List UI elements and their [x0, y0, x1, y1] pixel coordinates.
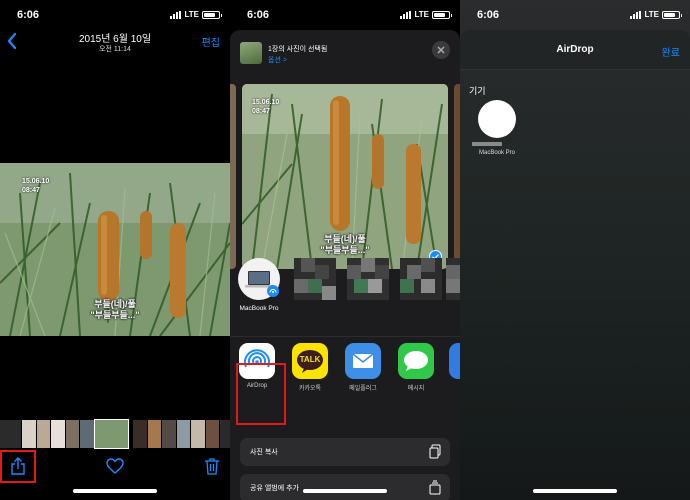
edit-button[interactable]: 편집 [202, 34, 220, 49]
battery-icon [202, 10, 222, 19]
airdrop-panel: 6:06 LTE AirDrop 완료 기기 MacBook Pro [460, 0, 690, 500]
options-link[interactable]: 옵션 > [268, 55, 287, 65]
share-sheet: 1장의 사진이 선택됨 옵션 > 15.06.10 08:47 부들(네)/풀 … [230, 30, 460, 500]
airdrop-person-blurred[interactable] [294, 258, 336, 305]
photo-timestamp: 15.06.10 08:47 [252, 99, 280, 115]
app-label: 메시지 [407, 386, 425, 392]
status-time: 6:06 [247, 9, 270, 21]
blurred-avatar [294, 258, 336, 300]
photo-nav-bar: 2015년 6월 10일 오전 11:14 편집 [0, 28, 230, 56]
blurred-avatar [347, 258, 389, 300]
airdrop-title: AirDrop [556, 44, 594, 55]
airdrop-highlight-box [236, 363, 286, 425]
airdrop-device-macbook[interactable]: MacBook Pro [474, 100, 520, 156]
close-icon[interactable] [432, 41, 450, 59]
share-highlight-box [0, 450, 36, 483]
copy-icon [429, 444, 441, 459]
device-avatar [478, 100, 516, 138]
app-messages[interactable]: 메시지 [396, 343, 436, 392]
main-photo[interactable]: 15.06.10 08:47 부들(네)/풀 "부들부들..." [0, 163, 230, 336]
selection-count-title: 1장의 사진이 선택됨 [268, 46, 328, 53]
photo-caption: 부들(네)/풀 "부들부들..." [90, 299, 140, 320]
app-label: 카카오톡 [298, 386, 322, 392]
kakaotalk-icon: TALK [292, 343, 328, 379]
trash-icon[interactable] [202, 456, 222, 476]
mail-icon [345, 343, 381, 379]
airdrop-header: AirDrop 완료 [460, 30, 690, 70]
status-bar: 6:06 LTE [0, 0, 230, 28]
action-label: 사진 복사 [250, 449, 278, 456]
share-sheet-header: 1장의 사진이 선택됨 옵션 > [230, 30, 460, 74]
device-label: MacBook Pro [478, 150, 515, 156]
heart-icon[interactable] [105, 456, 125, 476]
battery-icon [662, 10, 682, 19]
devices-section-label: 기기 [469, 86, 486, 96]
messages-icon [398, 343, 434, 379]
signal-icon [170, 10, 182, 19]
airdrop-person-blurred[interactable] [347, 258, 389, 305]
shared-album-action[interactable]: 공유 앨범에 추가 [240, 474, 450, 500]
airdrop-person-blurred[interactable] [400, 258, 442, 305]
status-bar: 6:06 LTE [460, 0, 690, 28]
app-partial[interactable] [449, 343, 460, 383]
app-icon-partial [449, 343, 460, 379]
copy-photo-action[interactable]: 사진 복사 [240, 438, 450, 466]
thumbnail-filmstrip[interactable] [0, 419, 230, 449]
redacted-name-bar [472, 142, 502, 146]
status-time: 6:06 [17, 9, 40, 21]
blurred-avatar [400, 258, 442, 300]
home-indicator [73, 489, 157, 493]
signal-icon [400, 10, 412, 19]
photo-caption: 부들(네)/풀 "부들부들..." [320, 234, 370, 255]
status-time: 6:06 [477, 9, 500, 21]
action-label: 공유 앨범에 추가 [250, 485, 299, 492]
photos-viewer-panel: 6:06 LTE 2015년 6월 10일 오전 11:14 편집 15.06.… [0, 0, 230, 500]
share-sheet-panel: 6:06 LTE 1장의 사진이 선택됨 옵션 > 15.06.10 08:47… [230, 0, 460, 500]
home-indicator [303, 489, 387, 493]
home-indicator [533, 489, 617, 493]
kakaotalk-logo-text: TALK [299, 355, 321, 364]
blurred-avatar [446, 258, 460, 300]
photo-date: 2015년 6월 10일 [78, 34, 152, 45]
app-mailplug[interactable]: 메일플러그 [343, 343, 383, 392]
signal-icon [630, 10, 642, 19]
done-button[interactable]: 완료 [662, 44, 680, 59]
photo-timestamp: 15.06.10 08:47 [22, 178, 50, 194]
airdrop-badge-icon [267, 285, 279, 297]
battery-icon [432, 10, 452, 19]
network-label: LTE [644, 10, 659, 19]
network-label: LTE [184, 10, 199, 19]
share-photo-preview[interactable]: 15.06.10 08:47 부들(네)/풀 "부들부들..." [242, 84, 448, 269]
status-bar: 6:06 LTE [230, 0, 460, 28]
app-label: 메일플러그 [349, 386, 377, 392]
airdrop-person-label: MacBook Pro [239, 305, 279, 312]
photo-time: 오전 11:14 [99, 46, 131, 53]
network-label: LTE [414, 10, 429, 19]
previous-photo-peek [230, 84, 236, 269]
airdrop-person-macbook[interactable]: MacBook Pro [238, 258, 280, 312]
app-kakaotalk[interactable]: TALK 카카오톡 [290, 343, 330, 392]
shared-album-icon [429, 480, 441, 495]
airdrop-person-blurred[interactable] [446, 258, 460, 305]
selected-photo-thumbnail [240, 42, 262, 64]
airdrop-people-row: MacBook Pro [230, 256, 460, 326]
